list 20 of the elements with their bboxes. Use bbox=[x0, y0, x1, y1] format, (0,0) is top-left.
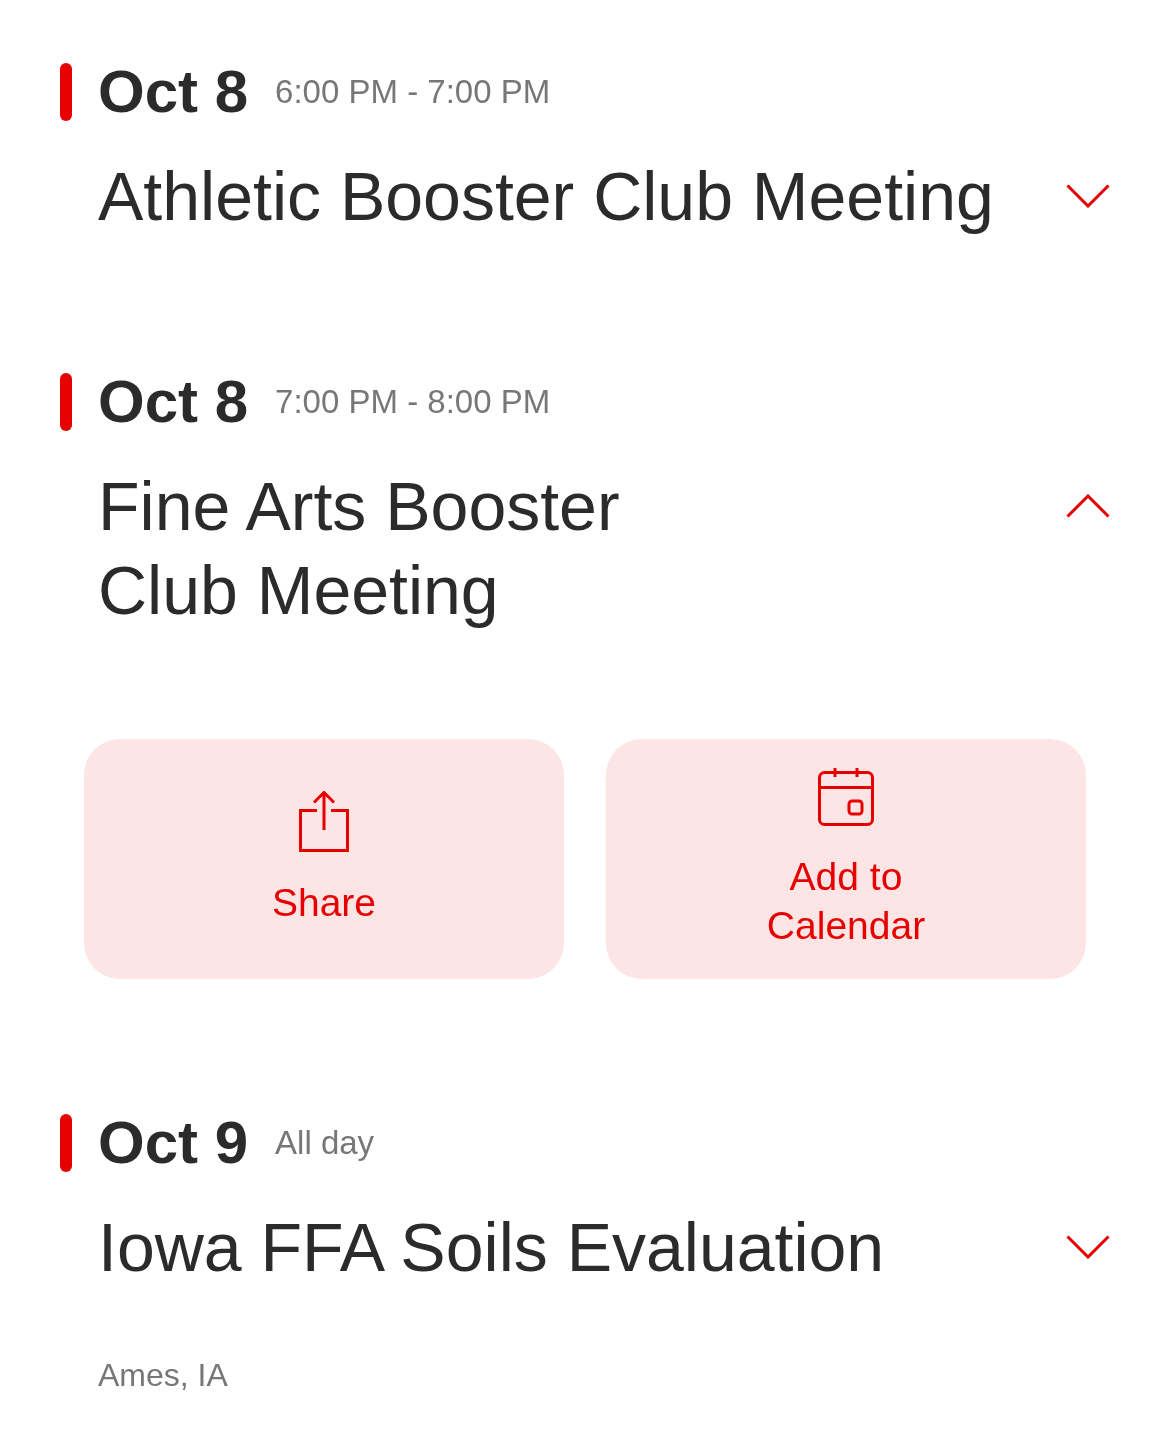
event-marker-bar bbox=[60, 1114, 72, 1172]
event-date: Oct 8 bbox=[98, 62, 249, 122]
event-time: 6:00 PM - 7:00 PM bbox=[275, 72, 551, 112]
chevron-up-icon[interactable] bbox=[1066, 494, 1110, 518]
event-location: Ames, IA bbox=[98, 1356, 228, 1395]
chevron-down-icon[interactable] bbox=[1066, 1235, 1110, 1259]
share-icon bbox=[299, 791, 349, 852]
event-time: 7:00 PM - 8:00 PM bbox=[275, 382, 551, 422]
event-marker-bar bbox=[60, 63, 72, 121]
event-title: Iowa FFA Soils Evaluation bbox=[98, 1208, 885, 1287]
event-date: Oct 9 bbox=[98, 1113, 249, 1173]
event-marker-bar bbox=[60, 373, 72, 431]
event-time: All day bbox=[275, 1123, 375, 1163]
calendar-button[interactable]: Add to Calendar bbox=[606, 739, 1086, 979]
event-title: Athletic Booster Club Meeting bbox=[98, 157, 994, 236]
event-date: Oct 8 bbox=[98, 372, 249, 432]
event-title: Fine Arts Booster Club Meeting bbox=[98, 467, 621, 630]
calendar-icon bbox=[818, 768, 874, 826]
share-button[interactable]: Share bbox=[84, 739, 564, 979]
chevron-down-icon[interactable] bbox=[1066, 184, 1110, 208]
